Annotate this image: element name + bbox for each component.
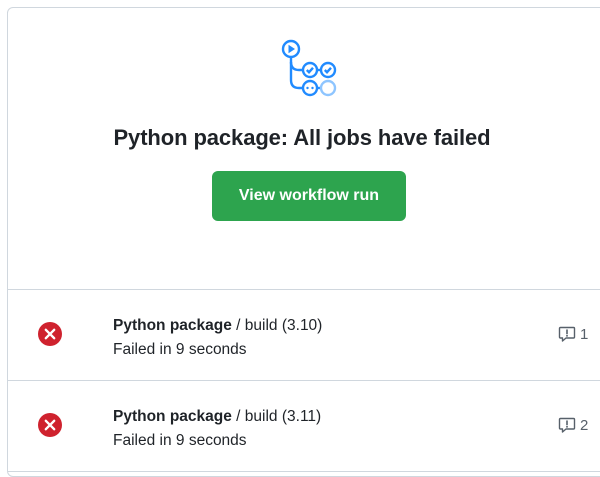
failed-x-icon [38, 413, 62, 437]
comment-alert-icon [558, 417, 576, 433]
job-separator: / [231, 408, 245, 425]
job-status-text: Failed in 9 seconds [113, 432, 247, 449]
job-name: build (3.11) [244, 408, 322, 425]
workflow-notification-card: Python package: All jobs have failed Vie… [7, 7, 600, 477]
job-title[interactable]: Python package / build (3.10) [113, 316, 322, 336]
job-name: build (3.10) [244, 317, 323, 334]
workflow-name: Python package [113, 317, 232, 334]
job-text: Python package / build (3.10) Failed in … [113, 316, 322, 360]
view-workflow-run-button[interactable]: View workflow run [212, 171, 406, 221]
failed-x-icon [38, 322, 62, 346]
workflow-name: Python package [113, 408, 232, 425]
job-status-text: Failed in 9 seconds [113, 341, 247, 358]
job-title[interactable]: Python package / build (3.11) [113, 407, 321, 427]
job-text: Python package / build (3.11) Failed in … [113, 407, 321, 451]
annotation-count[interactable]: 1 [557, 324, 588, 344]
notification-title: Python package: All jobs have failed [113, 125, 491, 150]
job-separator: / [231, 317, 245, 334]
job-row[interactable]: Python package / build (3.11) Failed in … [8, 381, 600, 472]
job-row[interactable]: Python package / build (3.10) Failed in … [8, 290, 600, 381]
card-header: Python package: All jobs have failed Vie… [8, 8, 600, 290]
annotation-count[interactable]: 2 [557, 415, 588, 435]
annotation-count-value: 1 [580, 325, 589, 343]
annotation-count-value: 2 [580, 416, 589, 434]
workflow-graph-icon [281, 39, 337, 97]
comment-alert-icon [558, 326, 576, 342]
